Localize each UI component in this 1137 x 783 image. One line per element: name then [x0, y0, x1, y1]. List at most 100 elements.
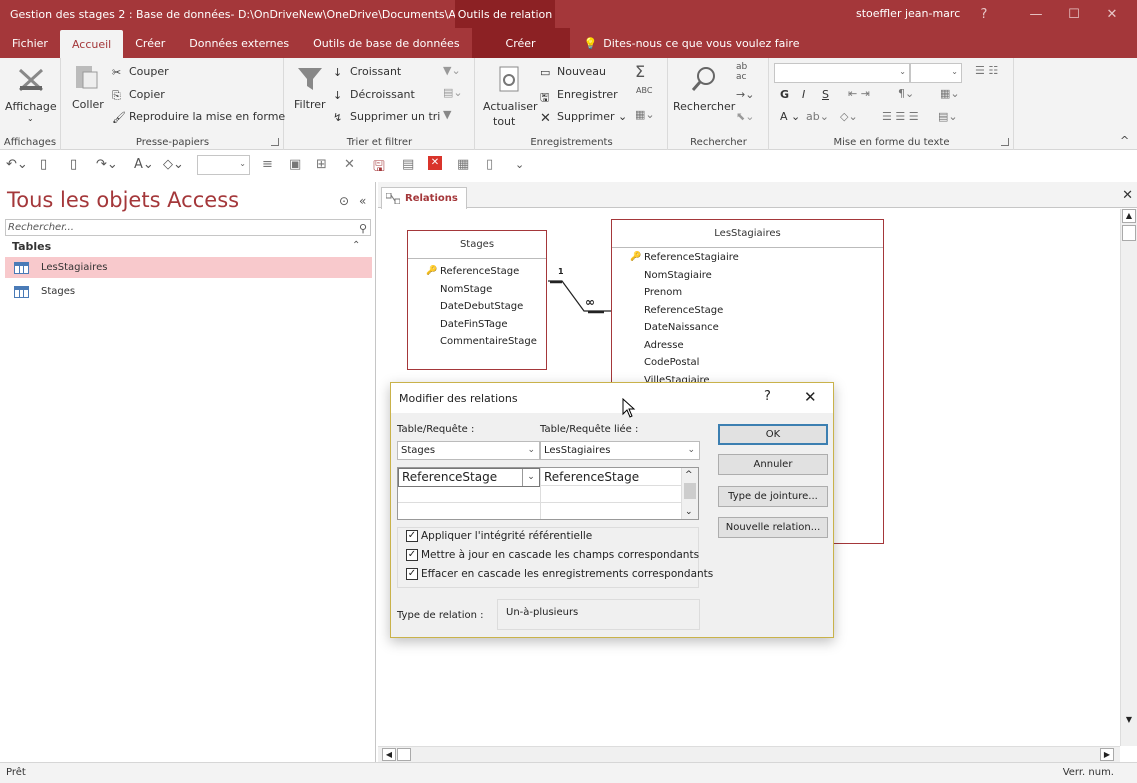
select-icon[interactable]: ⬉⌄	[736, 110, 754, 123]
nav-title[interactable]: Tous les objets Access	[7, 188, 239, 212]
dialog-close-icon[interactable]: ✕	[804, 388, 817, 406]
field-item[interactable]: DateNaissance	[612, 319, 883, 337]
delete-qat-icon[interactable]: ✕	[428, 156, 442, 170]
checkmark-icon[interactable]: ✓	[406, 568, 418, 580]
chevron-down-icon[interactable]: ⌄	[522, 469, 539, 486]
tab-creer-relation[interactable]: Créer	[471, 28, 570, 58]
indent-icon[interactable]: ⇤ ⇥	[848, 87, 870, 100]
supprimer-tri-button[interactable]: ↯ Supprimer un tri	[333, 110, 440, 124]
redo-icon[interactable]: ↷⌄	[96, 157, 118, 172]
coller-button[interactable]: Coller	[72, 98, 104, 111]
minimize-button[interactable]: —	[1018, 0, 1054, 28]
fill-icon[interactable]: ◇⌄	[840, 110, 858, 123]
nav-item-lesstagiaires[interactable]: LesStagiaires	[5, 257, 372, 278]
join-type-button[interactable]: Type de jointure...	[718, 486, 828, 507]
replace-icon[interactable]: ab ac	[736, 62, 747, 82]
field-item[interactable]: 🔑 ReferenceStagiaire	[612, 249, 883, 267]
italic-button[interactable]: I	[802, 88, 805, 101]
couper-button[interactable]: ✂ Couper	[112, 65, 169, 79]
primary-field-cell[interactable]: ReferenceStage ⌄	[398, 468, 540, 487]
field-item[interactable]: DateDebutStage	[408, 298, 546, 316]
reproduire-button[interactable]: 🖌 Reproduire la mise en forme	[112, 110, 285, 124]
scroll-up-icon[interactable]: ^	[685, 470, 693, 480]
fill-small-icon[interactable]: ◇⌄	[163, 157, 184, 172]
align-small-icon[interactable]: ≡	[262, 157, 273, 172]
nav-section-tables[interactable]: Tables	[12, 240, 51, 253]
dialog-launcher-icon[interactable]	[1001, 138, 1009, 146]
selection-filter-icon[interactable]: ▼⌄	[443, 64, 461, 77]
font-name-combo[interactable]: ⌄	[774, 63, 910, 83]
scroll-left-icon[interactable]: ◀	[382, 748, 396, 761]
table-box-stages[interactable]: Stages 🔑 ReferenceStage NomStage DateDebu…	[407, 230, 547, 370]
new-doc-icon[interactable]: ▯	[40, 157, 47, 172]
field-item[interactable]: ReferenceStage	[612, 302, 883, 320]
copier-button[interactable]: ⎘ Copier	[112, 88, 165, 102]
dialog-title-bar[interactable]: Modifier des relations ? ✕	[391, 383, 833, 413]
nav-search-input[interactable]: Rechercher... ⚲	[5, 219, 371, 236]
more-icon[interactable]: ▦⌄	[635, 108, 655, 121]
field-item[interactable]: Adresse	[612, 337, 883, 355]
checkmark-icon[interactable]: ✓	[406, 530, 418, 542]
font-size-combo[interactable]: ⌄	[910, 63, 962, 83]
alt-row-color-icon[interactable]: ▤⌄	[938, 110, 958, 123]
integrity-checkbox[interactable]: ✓ Appliquer l'intégrité référentielle	[406, 530, 592, 542]
field-item[interactable]: CodePostal	[612, 354, 883, 372]
field-item[interactable]: 🔑 ReferenceStage	[408, 263, 546, 281]
maximize-button[interactable]: ☐	[1056, 0, 1092, 28]
font-color-button[interactable]: A ⌄	[780, 110, 800, 123]
actualiser-button[interactable]: Actualiser	[483, 100, 538, 113]
vertical-scrollbar[interactable]: ▲ ▼	[1120, 209, 1137, 746]
close-window-button[interactable]: ✕	[1094, 0, 1130, 28]
relationship-line[interactable]	[548, 279, 612, 319]
affichage-button[interactable]: Affichage	[5, 100, 57, 113]
grid-scroll-thumb[interactable]	[684, 483, 696, 499]
goto-icon[interactable]: →⌄	[736, 88, 754, 101]
query-icon[interactable]: ⊞	[316, 157, 327, 172]
affichage-dropdown-icon[interactable]: ⌄	[27, 114, 34, 123]
scroll-down-icon[interactable]: ▼	[1122, 714, 1136, 728]
help-button[interactable]: ?	[966, 0, 1002, 28]
related-field-cell[interactable]: ReferenceStage	[541, 468, 681, 486]
hscroll-thumb[interactable]	[397, 748, 411, 761]
bold-button[interactable]: G	[780, 88, 789, 101]
cancel-button[interactable]: Annuler	[718, 454, 828, 475]
customize-qat-icon[interactable]: ⌄	[515, 158, 524, 171]
bullets-icon[interactable]: ☰ ☷	[975, 64, 998, 77]
design-icon[interactable]: ✕	[344, 157, 355, 172]
font-color-small-icon[interactable]: A⌄	[134, 157, 154, 172]
qat-combo[interactable]: ⌄	[197, 155, 250, 175]
tab-relations[interactable]: Relations	[381, 187, 467, 209]
field-item[interactable]: NomStagiaire	[612, 267, 883, 285]
search-icon[interactable]: ⚲	[359, 221, 367, 236]
horizontal-scrollbar[interactable]: ◀ ▶	[378, 746, 1120, 762]
close-document-icon[interactable]: ✕	[1122, 188, 1133, 203]
underline-button[interactable]: S	[822, 88, 829, 101]
linked-table-select[interactable]: LesStagiaires ⌄	[540, 441, 700, 460]
tab-outils-bdd[interactable]: Outils de base de données	[301, 28, 471, 58]
advanced-filter-icon[interactable]: ▤⌄	[443, 86, 463, 99]
align-icon[interactable]: ☰ ☰ ☰	[882, 110, 919, 123]
filtrer-button[interactable]: Filtrer	[294, 98, 326, 111]
checkmark-icon[interactable]: ✓	[406, 549, 418, 561]
scroll-down-icon[interactable]: ⌄	[685, 507, 693, 517]
grid-scrollbar[interactable]: ^ ⌄	[681, 468, 698, 519]
save-qat-icon[interactable]: 🖫	[373, 156, 385, 180]
undo-icon[interactable]: ↶⌄	[6, 157, 28, 172]
section-collapse-icon[interactable]: ⌃	[352, 240, 360, 251]
scroll-right-icon[interactable]: ▶	[1100, 748, 1114, 761]
cascade-delete-checkbox[interactable]: ✓ Effacer en cascade les enregistrements…	[406, 568, 713, 580]
tell-me-box[interactable]: 💡 Dites-nous ce que vous voulez faire	[570, 28, 812, 58]
dialog-help-button[interactable]: ?	[764, 389, 771, 404]
table-title[interactable]: Stages	[408, 231, 546, 259]
totals-icon[interactable]: Σ	[635, 62, 645, 81]
rechercher-button[interactable]: Rechercher	[673, 100, 735, 113]
croissant-button[interactable]: ↓ Croissant	[333, 65, 401, 79]
rtl-icon[interactable]: ¶⌄	[898, 87, 914, 100]
scroll-thumb[interactable]	[1122, 225, 1136, 241]
field-item[interactable]: Prenom	[612, 284, 883, 302]
field-item[interactable]: NomStage	[408, 281, 546, 299]
paste-small-icon[interactable]: ▯	[70, 157, 77, 172]
nouveau-button[interactable]: ▭ Nouveau	[540, 65, 606, 79]
table-qat-icon[interactable]: ▦	[457, 157, 469, 172]
tab-fichier[interactable]: Fichier	[0, 28, 60, 58]
